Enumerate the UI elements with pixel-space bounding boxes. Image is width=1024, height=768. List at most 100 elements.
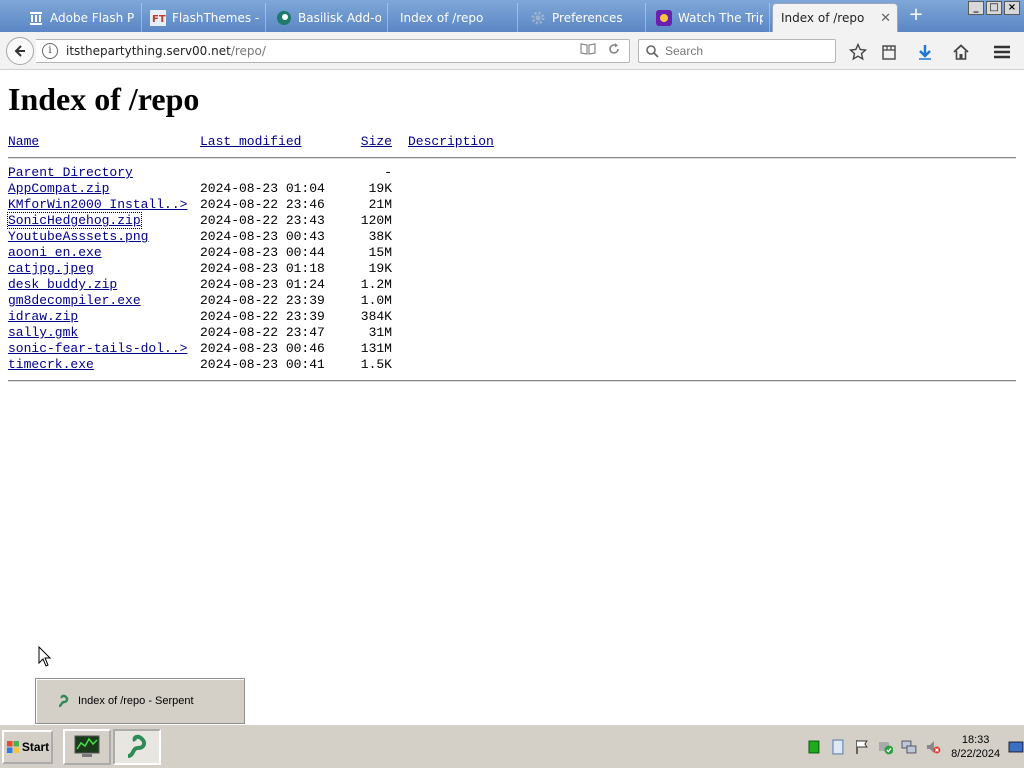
url-bar[interactable]: i itsthepartything.serv00.net/repo/ bbox=[36, 39, 630, 63]
file-size: 131M bbox=[360, 341, 392, 356]
url-path: /repo/ bbox=[230, 44, 266, 58]
start-label: Start bbox=[21, 740, 50, 754]
tab-label: Watch The Triple bbox=[678, 10, 763, 25]
url-text[interactable]: itsthepartything.serv00.net/repo/ bbox=[66, 44, 577, 58]
close-window-button[interactable]: × bbox=[1004, 1, 1020, 15]
taskbar: Start 18:33 8/22/2024 bbox=[0, 724, 1024, 768]
tab-flashthemes[interactable]: FT FlashThemes - Ho bbox=[142, 3, 266, 32]
table-row: AppCompat.zip 2024-08-23 01:04 19K bbox=[8, 181, 1016, 197]
url-host: itsthepartything.serv00.net bbox=[66, 44, 231, 58]
file-size: 19K bbox=[368, 181, 392, 196]
navigation-toolbar: i itsthepartything.serv00.net/repo/ bbox=[0, 32, 1024, 70]
taskbar-app-monitor[interactable] bbox=[63, 729, 111, 765]
show-desktop-icon[interactable] bbox=[1008, 739, 1024, 755]
tab-basilisk-addons[interactable]: Basilisk Add-ons bbox=[268, 3, 388, 32]
tab-index-repo-active[interactable]: Index of /repo ✕ bbox=[772, 3, 898, 32]
search-box[interactable] bbox=[638, 39, 836, 63]
downloads-icon[interactable] bbox=[914, 41, 936, 63]
security-check-icon[interactable] bbox=[878, 739, 894, 755]
tab-label: Preferences bbox=[552, 10, 623, 25]
bookmarks-menu-icon[interactable] bbox=[878, 41, 900, 63]
volume-muted-icon[interactable] bbox=[925, 739, 941, 755]
clock-date: 8/22/2024 bbox=[951, 748, 1001, 760]
tab-label: Index of /repo bbox=[400, 10, 484, 25]
table-row: sonic-fear-tails-dol..> 2024-08-23 00:46 1… bbox=[8, 341, 1016, 357]
maximize-button[interactable]: □ bbox=[986, 1, 1002, 15]
taskbar-window-popup[interactable]: Index of /repo - Serpent bbox=[35, 678, 245, 724]
sort-by-description-link[interactable]: Description bbox=[408, 134, 494, 149]
header-last-modified: Last modified bbox=[200, 134, 352, 150]
file-size: 31M bbox=[368, 325, 392, 340]
file-size: 21M bbox=[368, 197, 392, 212]
sort-by-date-link[interactable]: Last modified bbox=[200, 134, 301, 149]
file-link[interactable]: SonicHedgehog.zip bbox=[7, 212, 142, 229]
document-icon[interactable] bbox=[830, 739, 846, 755]
file-link[interactable]: timecrk.exe bbox=[8, 357, 94, 372]
page-title: Index of /repo bbox=[8, 81, 200, 117]
header-description: Description bbox=[392, 134, 1016, 150]
system-tray: 18:33 8/22/2024 bbox=[798, 727, 1024, 767]
search-input[interactable] bbox=[665, 44, 825, 58]
reload-icon[interactable] bbox=[603, 42, 625, 60]
tab-watch-triple[interactable]: Watch The Triple bbox=[648, 3, 770, 32]
flag-icon[interactable] bbox=[854, 739, 870, 755]
home-icon[interactable] bbox=[950, 41, 972, 63]
file-link[interactable]: desk buddy.zip bbox=[8, 277, 117, 292]
close-tab-icon[interactable]: ✕ bbox=[880, 11, 891, 26]
windows-flag-icon bbox=[6, 741, 19, 753]
table-row: timecrk.exe 2024-08-23 00:41 1.5K bbox=[8, 357, 1016, 373]
tab-adobe-flash[interactable]: Adobe Flash Play bbox=[20, 3, 142, 32]
bookmark-star-icon[interactable] bbox=[847, 41, 869, 63]
file-link[interactable]: AppCompat.zip bbox=[8, 181, 109, 196]
file-link[interactable]: sonic-fear-tails-dol..> bbox=[8, 341, 187, 356]
green-status-icon[interactable] bbox=[806, 739, 822, 755]
reader-view-icon[interactable] bbox=[577, 42, 599, 60]
serpent-app-icon bbox=[127, 734, 147, 758]
table-row: idraw.zip 2024-08-22 23:39 384K bbox=[8, 309, 1016, 325]
file-modified: 2024-08-23 00:44 bbox=[200, 245, 325, 260]
file-link[interactable]: YoutubeAsssets.png bbox=[8, 229, 148, 244]
new-tab-button[interactable]: + bbox=[906, 6, 926, 26]
file-link[interactable]: catjpg.jpeg bbox=[8, 261, 94, 276]
divider bbox=[8, 157, 1016, 159]
taskbar-app-serpent[interactable] bbox=[113, 729, 161, 765]
table-row: aooni en.exe 2024-08-23 00:44 15M bbox=[8, 245, 1016, 261]
file-modified: 2024-08-23 01:24 bbox=[200, 277, 325, 292]
file-link[interactable]: KMforWin2000 Install..> bbox=[8, 197, 187, 212]
table-row: catjpg.jpeg 2024-08-23 01:18 19K bbox=[8, 261, 1016, 277]
header-size: Size bbox=[352, 134, 392, 150]
file-link[interactable]: sally.gmk bbox=[8, 325, 78, 340]
file-link[interactable]: idraw.zip bbox=[8, 309, 78, 324]
file-size: 1.0M bbox=[360, 293, 392, 308]
tab-label: Basilisk Add-ons bbox=[298, 10, 381, 25]
file-modified: 2024-08-23 01:18 bbox=[200, 261, 325, 276]
parent-directory-link[interactable]: Parent Directory bbox=[8, 165, 133, 180]
network-icon[interactable] bbox=[901, 739, 917, 755]
start-button[interactable]: Start bbox=[2, 730, 53, 764]
svg-text:FT: FT bbox=[152, 14, 166, 25]
tab-label: Index of /repo bbox=[781, 11, 865, 25]
page-content: Index of /repo Name Last modified Size D… bbox=[7, 80, 1016, 680]
file-modified: 2024-08-22 23:39 bbox=[200, 293, 325, 308]
video-icon bbox=[656, 9, 672, 26]
file-link[interactable]: aooni en.exe bbox=[8, 245, 102, 260]
sort-by-name-link[interactable]: Name bbox=[8, 134, 39, 149]
site-info-icon[interactable]: i bbox=[42, 43, 58, 59]
file-size: 1.2M bbox=[360, 277, 392, 292]
file-link[interactable]: gm8decompiler.exe bbox=[8, 293, 141, 308]
file-size: 15M bbox=[368, 245, 392, 260]
sort-by-size-link[interactable]: Size bbox=[361, 134, 392, 149]
system-clock[interactable]: 18:33 8/22/2024 bbox=[951, 733, 1000, 761]
back-button[interactable] bbox=[6, 37, 34, 65]
tab-preferences[interactable]: Preferences bbox=[522, 3, 646, 32]
tab-index-repo-1[interactable]: Index of /repo bbox=[392, 3, 518, 32]
table-row: desk buddy.zip 2024-08-23 01:24 1.2M bbox=[8, 277, 1016, 293]
file-size: 19K bbox=[368, 261, 392, 276]
search-icon bbox=[646, 45, 659, 58]
file-modified: 2024-08-22 23:47 bbox=[200, 325, 325, 340]
table-row: Parent Directory - bbox=[8, 165, 1016, 181]
minimize-button[interactable]: _ bbox=[968, 1, 984, 15]
menu-hamburger-icon[interactable] bbox=[991, 41, 1013, 63]
tab-strip: Adobe Flash Play FT FlashThemes - Ho Bas… bbox=[0, 0, 1024, 32]
table-row: KMforWin2000 Install..> 2024-08-22 23:46 2… bbox=[8, 197, 1016, 213]
